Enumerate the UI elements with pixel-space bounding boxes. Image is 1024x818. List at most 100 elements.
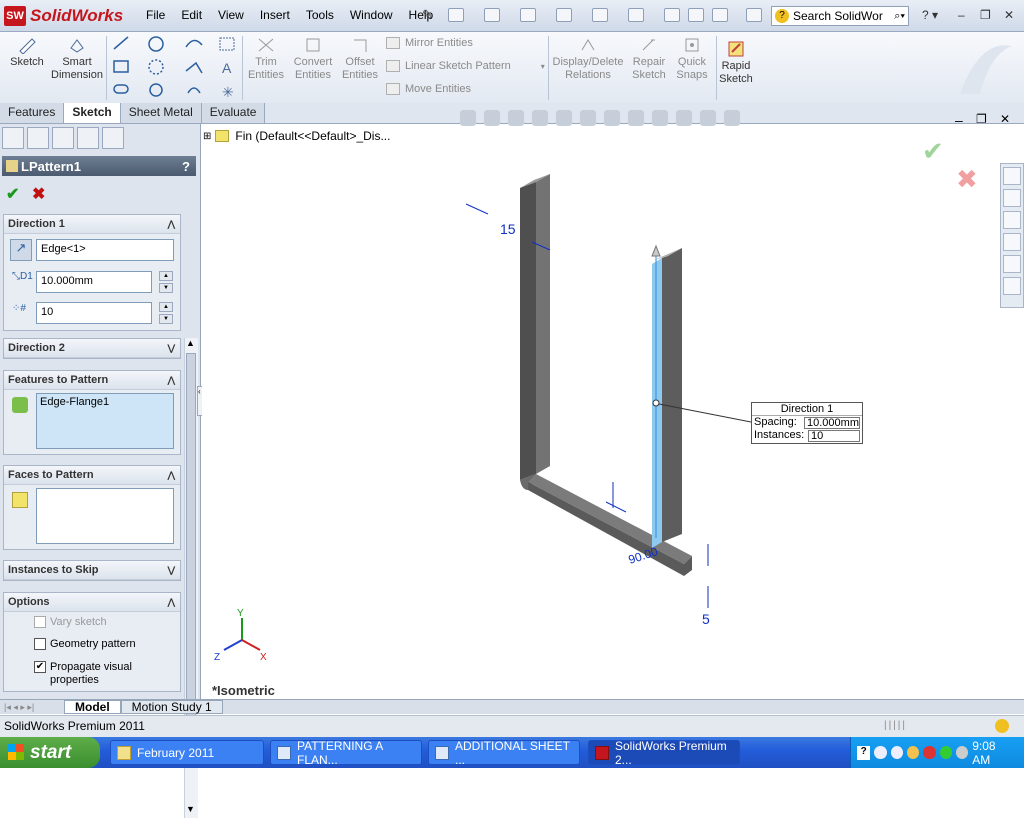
menu-file[interactable]: File (138, 8, 173, 22)
save-icon[interactable] (520, 8, 536, 22)
spacing-field[interactable]: 10.000mm (36, 271, 152, 293)
propagate-option[interactable]: ✔ Propagate visual properties (34, 661, 132, 687)
display-delete-relations-button[interactable]: Display/Delete Relations (552, 36, 624, 82)
direction-edge-field[interactable]: Edge<1> (36, 239, 174, 261)
direction1-callout[interactable]: Direction 1 Spacing: 10.000mm Instances:… (751, 402, 863, 444)
menu-edit[interactable]: Edit (173, 8, 210, 22)
tab-features[interactable]: Features (0, 103, 65, 123)
menu-window[interactable]: Window (342, 8, 401, 22)
chevron-down-icon[interactable]: ▾ (541, 62, 545, 71)
search-input[interactable]: Search SolidWor (793, 9, 883, 23)
scroll-down-icon[interactable]: ▼ (186, 804, 195, 814)
mirror-entities-button[interactable]: Mirror Entities (386, 37, 473, 49)
cancel-button[interactable]: ✖ (32, 184, 45, 204)
home-icon[interactable] (1003, 167, 1021, 185)
feature-manager-tab-icon[interactable] (2, 127, 24, 149)
move-entities-button[interactable]: Move Entities (386, 83, 471, 95)
expand-icon[interactable]: ⋁ (168, 343, 175, 354)
sketch-button[interactable]: Sketch (6, 36, 48, 69)
search-box[interactable]: ? Search SolidWor ⌕▾ (771, 6, 909, 26)
rebuild-icon[interactable] (664, 8, 680, 22)
task-additional-sheet[interactable]: ADDITIONAL SHEET ... (428, 739, 580, 767)
tray-app-icon[interactable] (906, 746, 920, 759)
quick-snaps-button[interactable]: Quick Snaps (672, 36, 712, 82)
options-header[interactable]: Options ⋀ (4, 593, 180, 612)
new-document-icon[interactable] (448, 8, 464, 22)
graphics-close-icon[interactable]: ✕ (1000, 112, 1010, 126)
collapse-icon[interactable]: ⋀ (168, 470, 175, 481)
sketch-tools-grid[interactable]: A ✳ (110, 35, 240, 101)
spacing-spinner[interactable]: ▲ ▼ (159, 271, 173, 293)
close-icon[interactable]: ✕ (1004, 8, 1014, 22)
geometry-pattern-option[interactable]: Geometry pattern (34, 638, 136, 650)
network-icon[interactable] (874, 746, 887, 759)
instances-field[interactable]: 10 (36, 302, 152, 324)
faces-to-pattern-header[interactable]: Faces to Pattern ⋀ (4, 466, 180, 485)
direction1-header[interactable]: Direction 1 ⋀ (4, 215, 180, 234)
features-list[interactable]: Edge-Flange1 (36, 393, 174, 449)
direction2-header[interactable]: Direction 2 ⋁ (4, 339, 180, 358)
task-february-2011[interactable]: February 2011 (110, 740, 264, 765)
linear-pattern-button[interactable]: Linear Sketch Pattern ▾ (386, 60, 545, 72)
instances-to-skip-header[interactable]: Instances to Skip ⋁ (4, 561, 180, 580)
menu-tools[interactable]: Tools (298, 8, 342, 22)
tab-scroll-arrows-icon[interactable]: |◂ ◂ ▸ ▸| (0, 702, 64, 713)
faces-list[interactable] (36, 488, 174, 544)
tab-evaluate[interactable]: Evaluate (201, 103, 266, 123)
help-tray-icon[interactable]: ? (857, 745, 871, 760)
solidworks-logo[interactable]: SW SolidWorks (4, 5, 144, 27)
reverse-direction-icon[interactable]: ↗ (10, 239, 32, 261)
ok-button[interactable]: ✔ (6, 184, 19, 204)
dim-xpert-tab-icon[interactable] (77, 127, 99, 149)
dimension-5-text[interactable]: 5 (702, 611, 710, 627)
model-viewport[interactable]: 15 5 90.00 Y X Z (202, 124, 998, 684)
task-solidworks[interactable]: SolidWorks Premium 2... (588, 739, 740, 767)
open-icon[interactable] (484, 8, 500, 22)
select-icon[interactable] (628, 8, 644, 22)
scroll-up-icon[interactable]: ▲ (186, 338, 195, 348)
tab-model[interactable]: Model (64, 700, 121, 714)
drag-arrow-handle[interactable] (651, 244, 661, 257)
geometry-pattern-checkbox[interactable] (34, 638, 46, 650)
offset-entities-button[interactable]: Offset Entities (338, 36, 382, 82)
update-icon[interactable] (939, 746, 952, 759)
repair-sketch-button[interactable]: Repair Sketch (628, 36, 670, 82)
appearances-icon[interactable] (1003, 255, 1021, 273)
minimize-icon[interactable]: – (958, 8, 965, 22)
undo-icon[interactable] (592, 8, 608, 22)
convert-entities-button[interactable]: Convert Entities (290, 36, 336, 82)
menu-insert[interactable]: Insert (252, 8, 298, 22)
restore-icon[interactable]: ❐ (980, 8, 991, 22)
tab-sheet-metal[interactable]: Sheet Metal (120, 103, 202, 123)
tab-sketch[interactable]: Sketch (64, 103, 121, 123)
file-properties-icon[interactable] (688, 8, 704, 22)
rebuild-status-icon[interactable] (995, 719, 1009, 733)
design-library-icon[interactable] (1003, 189, 1021, 207)
pin-icon[interactable]: ✎ (422, 7, 433, 23)
property-manager-tab-icon[interactable] (27, 127, 49, 149)
clock[interactable]: 9:08 AM (972, 739, 1014, 767)
instances-spinner[interactable]: ▲ ▼ (159, 302, 173, 324)
options-icon[interactable] (712, 8, 728, 22)
collapse-icon[interactable]: ⋀ (168, 597, 175, 608)
start-button[interactable]: start (0, 737, 100, 768)
callout-spacing-field[interactable]: 10.000mm (804, 417, 860, 429)
help-dropdown-icon[interactable]: ? ▾ (922, 8, 938, 22)
features-to-pattern-header[interactable]: Features to Pattern ⋀ (4, 371, 180, 390)
tab-motion-study[interactable]: Motion Study 1 (120, 700, 223, 714)
smart-dimension-button[interactable]: Smart Dimension (50, 36, 104, 82)
view-palette-icon[interactable] (1003, 233, 1021, 251)
callout-instances-field[interactable]: 10 (808, 430, 860, 442)
antivirus-icon[interactable] (923, 746, 936, 759)
menu-view[interactable]: View (210, 8, 252, 22)
display-manager-tab-icon[interactable] (102, 127, 124, 149)
configuration-manager-tab-icon[interactable] (52, 127, 74, 149)
rapid-sketch-button[interactable]: Rapid Sketch (718, 40, 754, 86)
propagate-checkbox[interactable]: ✔ (34, 661, 46, 673)
collapse-icon[interactable]: ⋀ (168, 219, 175, 230)
volume-icon[interactable] (955, 746, 969, 759)
dimension-90-text[interactable]: 90.00 (627, 544, 660, 567)
menu-help[interactable]: Help (401, 8, 442, 22)
collapse-icon[interactable]: ⋀ (168, 375, 175, 386)
print-icon[interactable] (556, 8, 572, 22)
